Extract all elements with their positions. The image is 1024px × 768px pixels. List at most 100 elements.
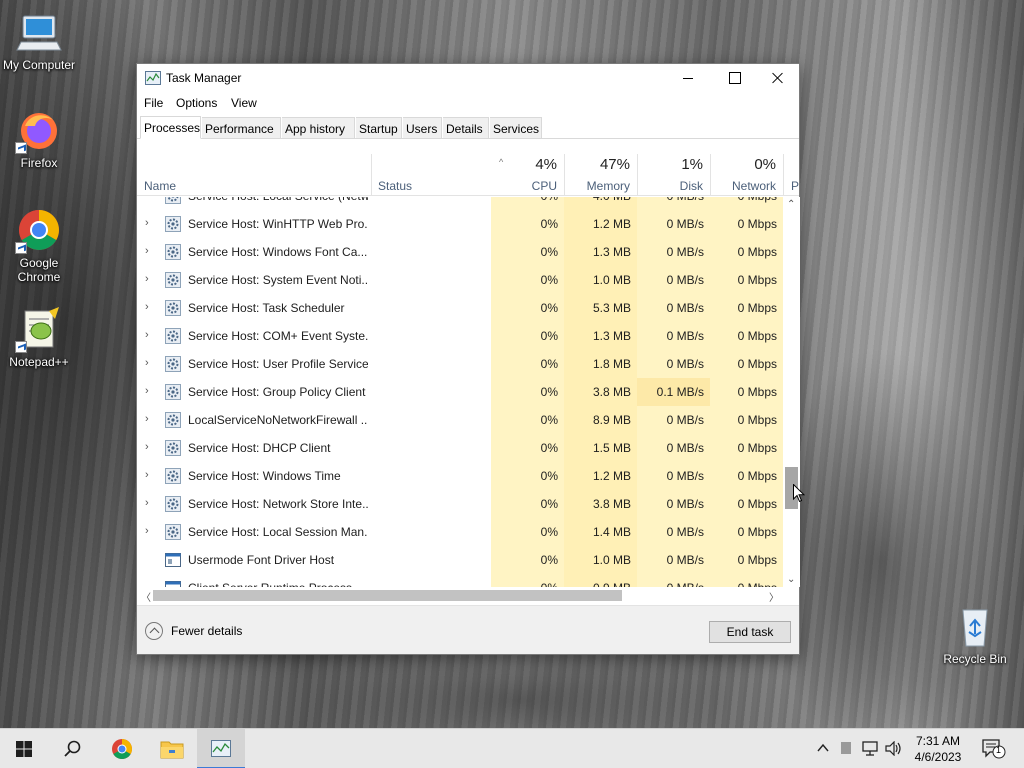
column-memory[interactable]: 47% Memory: [564, 154, 637, 196]
network-value: 0 Mbps: [737, 329, 777, 343]
desktop-icon-recycle-bin[interactable]: Recycle Bin: [937, 602, 1013, 666]
menu-view[interactable]: View: [231, 96, 257, 110]
volume-icon[interactable]: [885, 740, 903, 759]
taskbar-task-manager[interactable]: [197, 729, 245, 768]
memory-value: 4.0 MB: [564, 197, 631, 203]
tab-startup[interactable]: Startup: [356, 117, 402, 139]
search-button[interactable]: [48, 729, 96, 768]
table-row[interactable]: › Service Host: Local Service (Netw... 0% 4…: [137, 197, 783, 210]
chevron-right-icon[interactable]: ›: [145, 330, 153, 341]
memory-value: 1.5 MB: [592, 441, 631, 455]
taskbar-clock[interactable]: 7:31 AM 4/6/2023: [906, 733, 970, 765]
cpu-value: 0%: [540, 469, 558, 483]
disk-total: 1%: [681, 156, 703, 173]
taskbar-chrome[interactable]: [98, 729, 146, 768]
tray-app-icon[interactable]: [840, 741, 852, 758]
process-name: Service Host: User Profile Service: [188, 357, 368, 371]
clock-time: 7:31 AM: [915, 734, 961, 748]
column-disk[interactable]: 1% Disk: [637, 154, 710, 196]
chevron-right-icon[interactable]: ›: [145, 526, 153, 537]
column-cpu[interactable]: 4% CPU: [491, 154, 564, 196]
disk-value: 0 MB/s: [666, 553, 704, 567]
network-icon[interactable]: [862, 741, 880, 759]
table-row[interactable]: › Service Host: Windows Font Ca... 0% 1.3 M…: [137, 238, 783, 266]
disk-value: 0 MB/s: [666, 441, 704, 455]
chevron-right-icon[interactable]: ›: [145, 302, 153, 313]
chevron-right-icon[interactable]: ›: [145, 218, 153, 229]
tab-app-history[interactable]: App history: [282, 117, 355, 139]
taskbar-file-explorer[interactable]: [148, 729, 196, 768]
maximize-button[interactable]: [711, 64, 757, 92]
title-bar[interactable]: Task Manager: [137, 64, 799, 92]
desktop-icon-label: Firefox: [20, 156, 58, 170]
chevron-right-icon[interactable]: ›: [145, 470, 153, 481]
process-name: Service Host: Local Session Man...: [188, 525, 368, 539]
column-power-partial[interactable]: P: [783, 154, 799, 196]
chevron-right-icon[interactable]: ›: [145, 442, 153, 453]
chevron-right-icon[interactable]: ›: [145, 274, 153, 285]
recycle-bin-icon: [951, 602, 999, 650]
scroll-up-arrow-icon[interactable]: ⌃: [787, 199, 795, 210]
table-row[interactable]: › Service Host: Local Session Man... 0% 1.4…: [137, 518, 783, 546]
table-row[interactable]: › Service Host: Group Policy Client 0% 3.8 …: [137, 378, 783, 406]
table-row[interactable]: › Service Host: Windows Time 0% 1.2 MB 0 MB/…: [137, 462, 783, 490]
chevron-right-icon[interactable]: ›: [145, 498, 153, 509]
desktop-icon-my-computer[interactable]: My Computer: [1, 8, 77, 72]
close-button[interactable]: [755, 64, 801, 92]
scroll-down-arrow-icon[interactable]: ⌄: [787, 574, 795, 585]
table-row[interactable]: › Service Host: Network Store Inte... 0% 3.…: [137, 490, 783, 518]
desktop-icon-firefox[interactable]: Firefox: [1, 106, 77, 170]
network-value: 0 Mbps: [737, 525, 777, 539]
minimize-button[interactable]: [665, 64, 711, 92]
column-network[interactable]: 0% Network: [710, 154, 783, 196]
folder-icon: [160, 741, 184, 759]
chevron-right-icon[interactable]: ›: [145, 197, 153, 201]
table-row[interactable]: Client Server Runtime Process0%0.9 MB0 M…: [137, 574, 783, 587]
table-row[interactable]: › Service Host: DHCP Client 0% 1.5 MB 0 MB/s…: [137, 434, 783, 462]
table-row[interactable]: › Service Host: Task Scheduler 0% 5.3 MB 0 M…: [137, 294, 783, 322]
fewer-details-link[interactable]: Fewer details: [171, 624, 242, 638]
tab-users[interactable]: Users: [403, 117, 442, 139]
disk-value: 0 MB/s: [666, 413, 704, 427]
disk-value: 0 MB/s: [666, 301, 704, 315]
end-task-button[interactable]: End task: [709, 621, 791, 643]
scroll-left-arrow-icon[interactable]: 〈: [141, 589, 151, 604]
column-disk-label: Disk: [679, 179, 703, 193]
cpu-value: 0%: [540, 273, 558, 287]
tab-details[interactable]: Details: [443, 117, 489, 139]
start-button[interactable]: [0, 729, 48, 768]
chevron-right-icon[interactable]: ›: [145, 414, 153, 425]
desktop-icon-notepad-plus-plus[interactable]: Notepad++: [1, 305, 77, 369]
table-row[interactable]: › Service Host: System Event Noti... 0% 1.0…: [137, 266, 783, 294]
horizontal-scrollbar[interactable]: 〈 〉: [137, 587, 783, 604]
notification-center-icon[interactable]: 1: [982, 739, 1006, 762]
memory-value: 1.4 MB: [592, 525, 631, 539]
desktop-icon-google-chrome[interactable]: Google Chrome: [1, 206, 77, 284]
table-row[interactable]: Usermode Font Driver Host 0% 1.0 MB 0 MB/s 0…: [137, 546, 783, 574]
menu-file[interactable]: File: [144, 96, 163, 110]
table-row[interactable]: › Service Host: WinHTTP Web Pro... 0% 1.2 M…: [137, 210, 783, 238]
column-name[interactable]: Name: [137, 154, 371, 196]
process-name: Usermode Font Driver Host: [188, 553, 335, 567]
disk-value: 0 MB/s: [666, 329, 704, 343]
table-row[interactable]: › Service Host: COM+ Event Syste... 0% 1.3 …: [137, 322, 783, 350]
menu-options[interactable]: Options: [176, 96, 217, 110]
chevron-up-circle-icon[interactable]: [145, 622, 163, 640]
tab-services[interactable]: Services: [490, 117, 542, 139]
gear-icon: [165, 440, 181, 456]
chevron-right-icon[interactable]: ›: [145, 386, 153, 397]
horizontal-scroll-thumb[interactable]: [153, 590, 622, 601]
column-status[interactable]: Status: [371, 154, 491, 196]
network-value: 0 Mbps: [737, 413, 777, 427]
tab-performance[interactable]: Performance: [202, 117, 281, 139]
table-row[interactable]: › LocalServiceNoNetworkFirewall ... 0% 8.9 …: [137, 406, 783, 434]
disk-value: 0 MB/s: [666, 245, 704, 259]
desktop-icon-label: Google Chrome: [17, 256, 61, 284]
table-row[interactable]: › Service Host: User Profile Service 0% 1.8…: [137, 350, 783, 378]
chevron-up-icon[interactable]: [816, 741, 830, 758]
vertical-scrollbar[interactable]: ⌃ ⌄: [783, 197, 800, 587]
chevron-right-icon[interactable]: ›: [145, 358, 153, 369]
chevron-right-icon[interactable]: ›: [145, 246, 153, 257]
tab-processes[interactable]: Processes: [140, 116, 201, 139]
scroll-right-arrow-icon[interactable]: 〉: [769, 589, 779, 604]
